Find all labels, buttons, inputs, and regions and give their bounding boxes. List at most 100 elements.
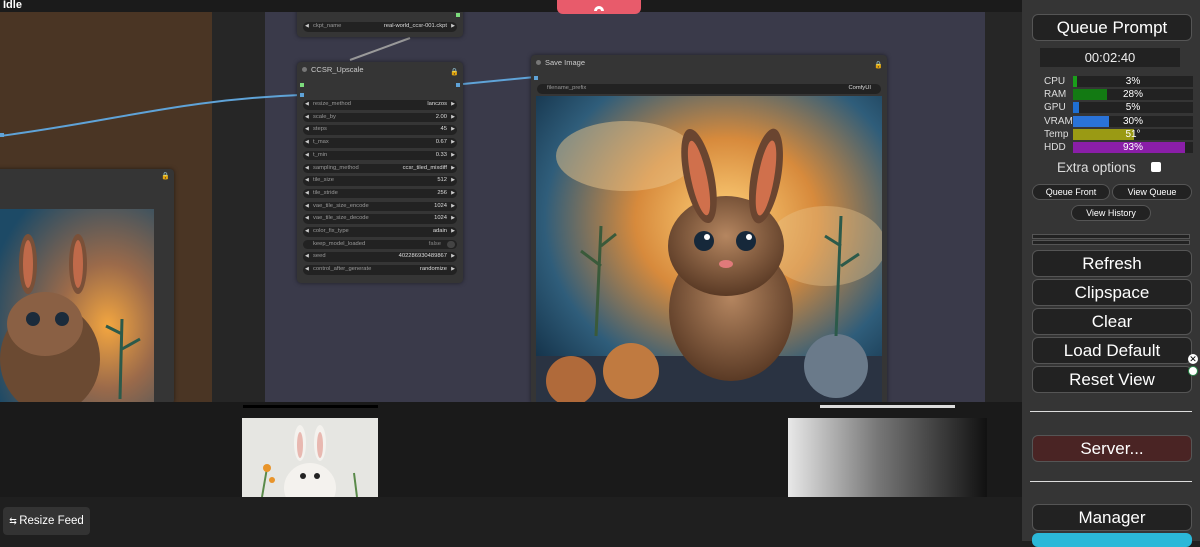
manager-button[interactable]: Manager (1032, 504, 1192, 531)
output-image (536, 96, 882, 402)
decrement-arrow-icon[interactable]: ◀ (305, 265, 309, 275)
stat-label: RAM (1044, 89, 1067, 101)
stat-temp: Temp 51° (1044, 128, 1194, 141)
decrement-arrow-icon[interactable]: ◀ (305, 151, 309, 161)
server-button[interactable]: Server... (1032, 435, 1192, 462)
increment-arrow-icon[interactable]: ▶ (451, 164, 455, 174)
increment-arrow-icon[interactable]: ▶ (451, 176, 455, 186)
decrement-arrow-icon[interactable]: ◀ (305, 138, 309, 148)
widget-sampling-method[interactable]: ◀ sampling_method ccsr_tiled_mixdiff ▶ (303, 163, 457, 174)
decrement-arrow-icon[interactable]: ◀ (305, 227, 309, 237)
lock-icon[interactable]: 🔒 (450, 65, 459, 80)
clipspace-button[interactable]: Clipspace (1032, 279, 1192, 306)
node-collapse-dot[interactable] (302, 67, 307, 72)
increment-arrow-icon[interactable]: ▶ (451, 100, 455, 110)
queue-prompt-button[interactable]: Queue Prompt (1032, 14, 1192, 41)
control-panel: Queue Prompt 00:02:40 CPU 3% RAM 28% GPU 5% VR… (1022, 0, 1200, 547)
increment-arrow-icon[interactable]: ▶ (451, 189, 455, 199)
widget-t-max[interactable]: ◀ t_max 0.67 ▶ (303, 138, 457, 148)
stat-bar: 28% (1073, 89, 1193, 101)
decrement-arrow-icon[interactable]: ◀ (305, 252, 309, 262)
widget-steps[interactable]: ◀ steps 45 ▶ (303, 125, 457, 135)
widget-seed[interactable]: ◀ seed 402286930489867 ▶ (303, 252, 457, 262)
decrement-arrow-icon[interactable]: ◀ (305, 125, 309, 135)
increment-arrow-icon[interactable]: ▶ (451, 227, 455, 237)
increment-arrow-icon[interactable]: ▶ (451, 265, 455, 275)
decrement-arrow-icon[interactable]: ◀ (305, 164, 309, 174)
resize-feed-button[interactable]: ⇆ Resize Feed (3, 507, 90, 535)
widget-control-after-generate[interactable]: ◀ control_after_generate randomize ▶ (303, 265, 457, 275)
node-canvas[interactable]: 🔒 ◀ ckpt_name real-world_ccsr-001.ckpt ▶… (0, 0, 1022, 402)
clear-button[interactable]: Clear (1032, 308, 1192, 335)
stat-ram: RAM 28% (1044, 89, 1194, 101)
status-bar: Idle (0, 0, 1022, 12)
view-queue-button[interactable]: View Queue (1112, 184, 1192, 200)
widget-t-min[interactable]: ◀ t_min 0.33 ▶ (303, 150, 457, 161)
extension-icon[interactable] (1188, 366, 1198, 376)
increment-arrow-icon[interactable]: ▶ (451, 138, 455, 148)
load-default-button[interactable]: Load Default (1032, 337, 1192, 364)
queue-list-handle[interactable] (1032, 234, 1190, 239)
node-title: Save Image (545, 58, 586, 67)
toggle-icon[interactable] (447, 240, 455, 248)
widget-resize-method[interactable]: ◀ resize_method lanczos ▶ (303, 100, 457, 110)
extra-options-label: Extra options (1057, 160, 1136, 175)
feed-thumbnail-gradient[interactable] (788, 418, 987, 497)
reset-view-button[interactable]: Reset View (1032, 366, 1192, 393)
refresh-button[interactable]: Refresh (1032, 250, 1192, 277)
save-image-node[interactable]: Save Image 🔒 filename_prefix ComfyUI (531, 55, 887, 402)
decrement-arrow-icon[interactable]: ◀ (305, 214, 309, 224)
increment-arrow-icon[interactable]: ▶ (451, 125, 455, 135)
increment-arrow-icon[interactable]: ▶ (451, 151, 455, 161)
widget-vae-tile-size-encode[interactable]: ◀ vae_tile_size_encode 1024 ▶ (303, 201, 457, 212)
stat-value: 51° (1125, 128, 1141, 140)
stat-label: VRAM (1044, 115, 1073, 127)
stat-bar: 51° (1073, 128, 1193, 140)
widget-scale-by[interactable]: ◀ scale_by 2.00 ▶ (303, 112, 457, 123)
extra-options-checkbox[interactable] (1151, 162, 1161, 172)
close-icon[interactable]: ✕ (1188, 354, 1198, 364)
lock-icon[interactable]: 🔒 (874, 58, 883, 73)
widget-keep-model-loaded[interactable]: keep_model_loaded false (303, 239, 457, 250)
share-button[interactable] (1032, 533, 1192, 547)
queue-front-button[interactable]: Queue Front (1032, 184, 1110, 200)
ccsr-upscale-node[interactable]: CCSR_Upscale 🔒 ◀ resize_method lanczos ▶ ◀ sca… (297, 62, 463, 283)
image-feed (0, 402, 1022, 497)
widget-color-fix-type[interactable]: ◀ color_fix_type adain ▶ (303, 227, 457, 237)
view-history-button[interactable]: View History (1071, 205, 1151, 221)
comfy-logo-icon (594, 6, 604, 11)
decrement-arrow-icon[interactable]: ◀ (305, 176, 309, 186)
feed-thumbnail-bunny[interactable] (242, 418, 378, 497)
stat-value: 93% (1122, 142, 1143, 153)
preview-image-node[interactable]: 🔒 (0, 169, 174, 402)
stat-bar: 5% (1073, 102, 1193, 114)
stat-cpu: CPU 3% (1044, 76, 1194, 88)
increment-arrow-icon[interactable]: ▶ (451, 113, 455, 123)
stat-hdd: HDD 93% (1044, 142, 1194, 154)
panel-divider (1030, 411, 1192, 412)
increment-arrow-icon[interactable]: ▶ (451, 252, 455, 262)
increment-arrow-icon[interactable]: ▶ (451, 214, 455, 224)
stat-label: CPU (1044, 76, 1066, 87)
node-collapse-dot[interactable] (536, 60, 541, 65)
ckpt-name-widget[interactable]: ◀ ckpt_name real-world_ccsr-001.ckpt ▶ (303, 22, 457, 32)
feed-progress (243, 405, 378, 408)
widget-tile-stride[interactable]: ◀ tile_stride 256 ▶ (303, 188, 457, 199)
decrement-arrow-icon[interactable]: ◀ (305, 100, 309, 110)
decrement-arrow-icon[interactable]: ◀ (305, 113, 309, 123)
stat-label: GPU (1044, 102, 1066, 114)
increment-arrow-icon[interactable]: ▶ (451, 202, 455, 212)
stat-label: HDD (1044, 142, 1066, 153)
widget-vae-tile-size-decode[interactable]: ◀ vae_tile_size_decode 1024 ▶ (303, 214, 457, 224)
lock-icon[interactable]: 🔒 (161, 172, 170, 180)
stat-value: 5% (1125, 102, 1141, 114)
decrement-arrow-icon[interactable]: ◀ (305, 202, 309, 212)
decrement-arrow-icon[interactable]: ◀ (305, 189, 309, 199)
status-text: Idle (3, 0, 22, 11)
top-menu-toggle-button[interactable] (557, 0, 641, 14)
stat-value: 3% (1125, 76, 1141, 87)
history-list-handle[interactable] (1032, 240, 1190, 245)
widget-tile-size[interactable]: ◀ tile_size 512 ▶ (303, 176, 457, 186)
filename-prefix-widget[interactable]: filename_prefix ComfyUI (537, 84, 881, 94)
bunny-preview-image (0, 209, 154, 402)
